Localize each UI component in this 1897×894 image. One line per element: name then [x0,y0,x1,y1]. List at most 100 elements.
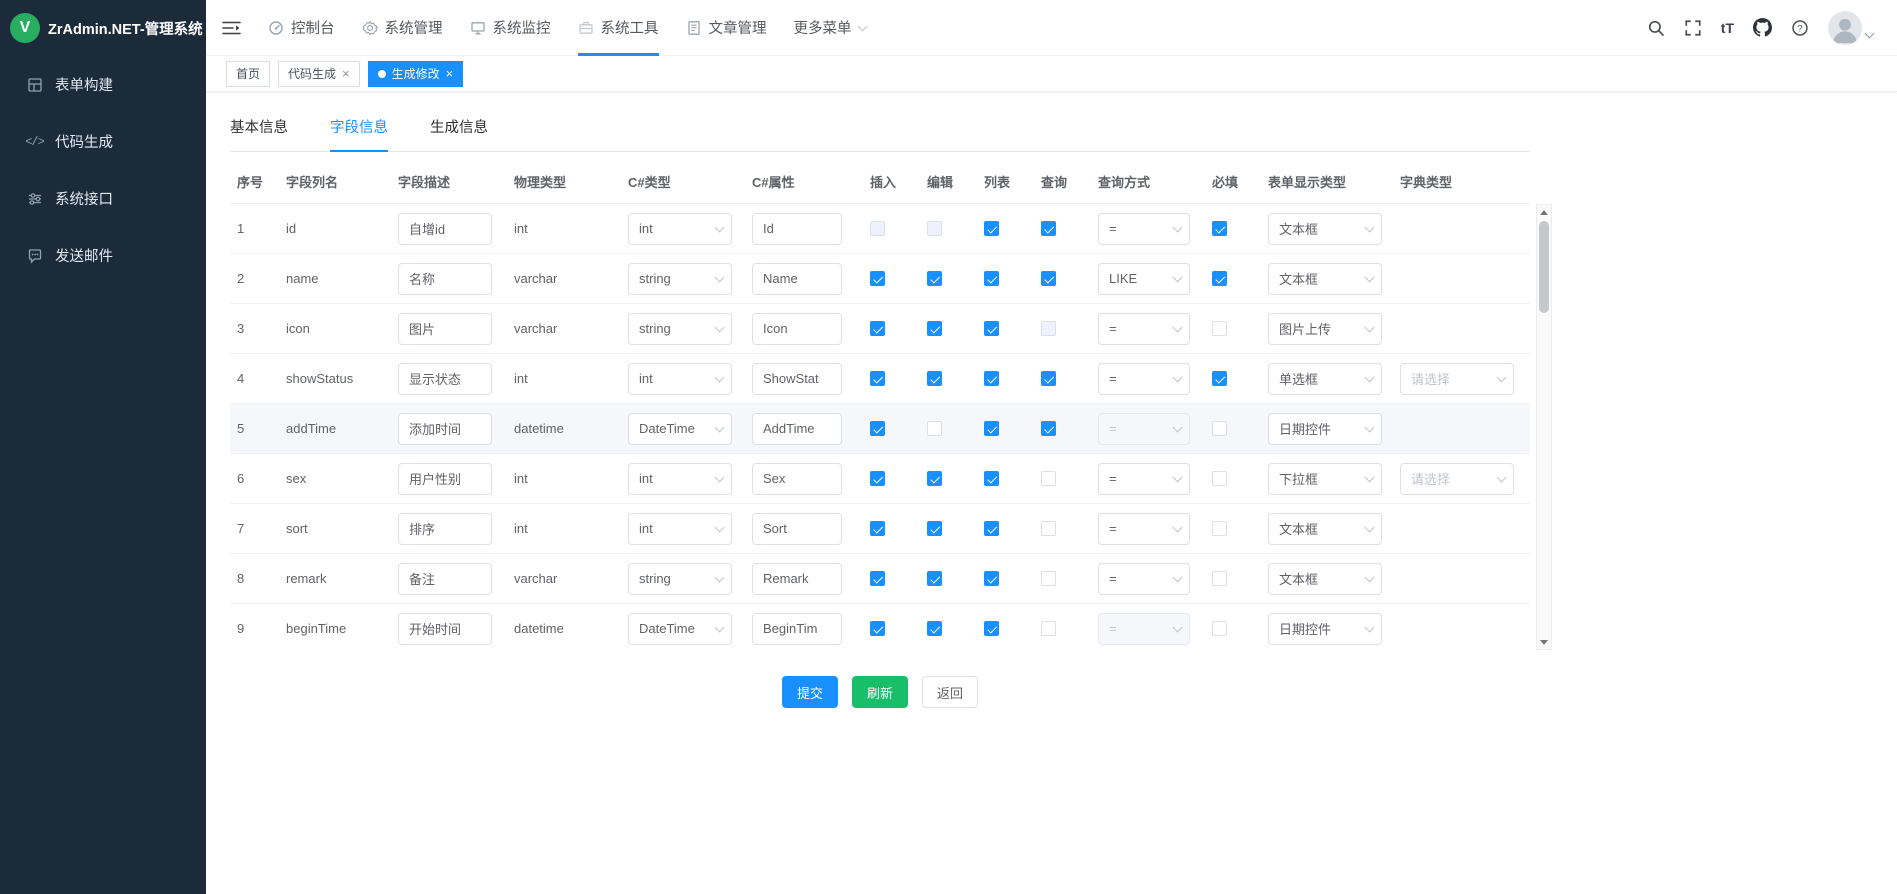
topnav-item-more-menu[interactable]: 更多菜单 [794,0,866,56]
edit-checkbox[interactable] [927,321,942,336]
scroll-up-button[interactable] [1537,205,1551,219]
sidebar-item-send-email[interactable]: 发送邮件 [0,227,206,284]
topnav-item-console[interactable]: 控制台 [268,0,335,56]
required-checkbox[interactable] [1212,371,1227,386]
query-mode-select[interactable]: = [1098,313,1190,345]
list-checkbox[interactable] [984,521,999,536]
insert-checkbox[interactable] [870,571,885,586]
required-checkbox[interactable] [1212,521,1227,536]
app-logo[interactable]: V ZrAdmin.NET-管理系统 [0,0,206,56]
query-checkbox[interactable] [1041,271,1056,286]
list-checkbox[interactable] [984,221,999,236]
table-scrollbar[interactable] [1536,204,1552,650]
display-type-select[interactable]: 下拉框 [1268,463,1382,495]
close-icon[interactable]: × [446,67,454,80]
required-checkbox[interactable] [1212,271,1227,286]
edit-checkbox[interactable] [927,421,942,436]
csharp-property-input[interactable] [752,413,842,445]
sidebar-item-system-api[interactable]: 系统接口 [0,170,206,227]
query-mode-select[interactable]: = [1098,213,1190,245]
required-checkbox[interactable] [1212,471,1227,486]
insert-checkbox[interactable] [870,221,885,236]
list-checkbox[interactable] [984,321,999,336]
display-type-select[interactable]: 日期控件 [1268,613,1382,645]
tag-home[interactable]: 首页 [226,61,270,87]
edit-checkbox[interactable] [927,271,942,286]
csharp-property-input[interactable] [752,263,842,295]
sidebar-toggle-icon[interactable] [222,20,241,36]
column-description-input[interactable] [398,613,492,645]
help-icon[interactable]: ? [1791,19,1809,37]
query-mode-select[interactable]: = [1098,363,1190,395]
scrollbar-thumb[interactable] [1539,221,1549,313]
refresh-button[interactable]: 刷新 [852,676,908,708]
topnav-item-article-management[interactable]: 文章管理 [686,0,767,56]
display-type-select[interactable]: 日期控件 [1268,413,1382,445]
query-checkbox[interactable] [1041,421,1056,436]
close-icon[interactable]: × [342,67,350,80]
edit-checkbox[interactable] [927,621,942,636]
search-icon[interactable] [1647,19,1665,37]
insert-checkbox[interactable] [870,271,885,286]
query-checkbox[interactable] [1041,621,1056,636]
sidebar-item-code-generation[interactable]: </> 代码生成 [0,113,206,170]
list-checkbox[interactable] [984,471,999,486]
csharp-property-input[interactable] [752,363,842,395]
dict-type-select[interactable]: 请选择 [1400,463,1514,495]
dict-type-select[interactable]: 请选择 [1400,363,1514,395]
required-checkbox[interactable] [1212,221,1227,236]
font-size-icon[interactable]: tT [1721,20,1734,36]
csharp-type-select[interactable]: int [628,463,732,495]
required-checkbox[interactable] [1212,621,1227,636]
column-description-input[interactable] [398,213,492,245]
query-mode-select[interactable]: LIKE [1098,263,1190,295]
topnav-item-system-tools[interactable]: 系统工具 [578,0,659,56]
query-mode-select[interactable]: = [1098,413,1190,445]
display-type-select[interactable]: 文本框 [1268,513,1382,545]
csharp-property-input[interactable] [752,513,842,545]
csharp-type-select[interactable]: string [628,313,732,345]
csharp-property-input[interactable] [752,613,842,645]
user-avatar[interactable] [1828,11,1873,45]
list-checkbox[interactable] [984,571,999,586]
required-checkbox[interactable] [1212,321,1227,336]
required-checkbox[interactable] [1212,571,1227,586]
column-description-input[interactable] [398,513,492,545]
query-checkbox[interactable] [1041,471,1056,486]
query-checkbox[interactable] [1041,221,1056,236]
list-checkbox[interactable] [984,271,999,286]
sidebar-item-form-builder[interactable]: 表单构建 [0,56,206,113]
list-checkbox[interactable] [984,621,999,636]
display-type-select[interactable]: 文本框 [1268,563,1382,595]
display-type-select[interactable]: 文本框 [1268,263,1382,295]
list-checkbox[interactable] [984,371,999,386]
insert-checkbox[interactable] [870,321,885,336]
csharp-property-input[interactable] [752,213,842,245]
display-type-select[interactable]: 图片上传 [1268,313,1382,345]
scroll-down-button[interactable] [1537,635,1551,649]
edit-checkbox[interactable] [927,221,942,236]
tab-field-info[interactable]: 字段信息 [330,116,388,152]
list-checkbox[interactable] [984,421,999,436]
column-description-input[interactable] [398,263,492,295]
column-description-input[interactable] [398,413,492,445]
query-mode-select[interactable]: = [1098,463,1190,495]
csharp-type-select[interactable]: string [628,263,732,295]
edit-checkbox[interactable] [927,471,942,486]
submit-button[interactable]: 提交 [782,676,838,708]
csharp-type-select[interactable]: DateTime [628,413,732,445]
query-mode-select[interactable]: = [1098,563,1190,595]
csharp-type-select[interactable]: string [628,563,732,595]
github-icon[interactable] [1753,18,1772,37]
csharp-type-select[interactable]: int [628,513,732,545]
query-checkbox[interactable] [1041,371,1056,386]
query-checkbox[interactable] [1041,571,1056,586]
query-mode-select[interactable]: = [1098,613,1190,645]
query-mode-select[interactable]: = [1098,513,1190,545]
column-description-input[interactable] [398,313,492,345]
csharp-property-input[interactable] [752,463,842,495]
edit-checkbox[interactable] [927,371,942,386]
column-description-input[interactable] [398,563,492,595]
tab-generation-info[interactable]: 生成信息 [430,116,488,152]
column-description-input[interactable] [398,363,492,395]
